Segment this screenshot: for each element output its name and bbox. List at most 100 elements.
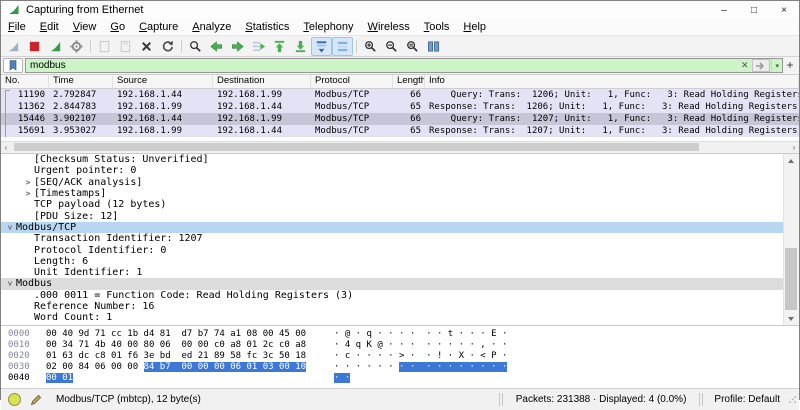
expander-collapsed-icon[interactable]: > <box>22 189 34 198</box>
zoom-in-icon[interactable] <box>360 37 381 56</box>
scroll-down-arrow[interactable] <box>784 312 798 325</box>
detail-line[interactable]: >Word Count: 1 <box>1 312 799 323</box>
detail-line[interactable]: >Urgent pointer: 0 <box>1 165 799 176</box>
cell-len: 66 <box>393 89 425 101</box>
goto-packet-icon[interactable] <box>248 37 269 56</box>
capture-options-icon[interactable] <box>66 37 87 56</box>
detail-line[interactable]: >[SEQ/ACK analysis] <box>1 177 799 188</box>
cell-len: 65 <box>393 125 425 137</box>
maximize-button[interactable]: □ <box>739 1 769 19</box>
column-header-length[interactable]: Length <box>393 75 425 88</box>
colorize-icon[interactable] <box>332 37 353 56</box>
menu-analyze[interactable]: Analyze <box>185 19 238 35</box>
resize-columns-icon[interactable] <box>423 37 444 56</box>
packet-row[interactable]: 156913.953027192.168.1.99192.168.1.44Mod… <box>1 125 799 137</box>
hex-bytes: 01 63 dc c8 01 f6 3e bd ed 21 89 58 fc 3… <box>40 351 318 362</box>
cell-dst: 192.168.1.44 <box>213 125 311 137</box>
zoom-out-icon[interactable] <box>381 37 402 56</box>
expander-expanded-icon[interactable]: > <box>6 221 15 233</box>
cell-src: 192.168.1.99 <box>113 101 213 113</box>
column-header-info[interactable]: Info <box>425 75 799 88</box>
cell-len: 65 <box>393 101 425 113</box>
menu-edit[interactable]: Edit <box>33 19 66 35</box>
save-file-icon[interactable] <box>115 37 136 56</box>
hex-row[interactable]: 002001 63 dc c8 01 f6 3e bd ed 21 89 58 … <box>1 351 799 362</box>
next-packet-icon[interactable] <box>227 37 248 56</box>
hex-offset: 0030 <box>1 362 40 373</box>
menu-capture[interactable]: Capture <box>132 19 185 35</box>
detail-line[interactable]: >TCP payload (12 bytes) <box>1 199 799 210</box>
expander-expanded-icon[interactable]: > <box>6 278 15 290</box>
v-scrollbar-thumb[interactable] <box>785 248 797 310</box>
detail-text: TCP payload (12 bytes) <box>34 199 166 210</box>
close-button[interactable]: × <box>769 1 799 19</box>
detail-line[interactable]: >Modbus/TCP <box>1 222 799 233</box>
filter-dropdown-icon[interactable]: ▾ <box>771 60 782 71</box>
hex-row[interactable]: 004000 01· · <box>1 373 799 384</box>
detail-line[interactable]: >Unit Identifier: 1 <box>1 267 799 278</box>
detail-line[interactable]: >[Timestamps] <box>1 188 799 199</box>
column-header-no[interactable]: No. <box>1 75 49 88</box>
filter-clear-icon[interactable]: ✕ <box>737 60 753 71</box>
expander-collapsed-icon[interactable]: > <box>22 178 34 187</box>
cell-time: 2.844783 <box>49 101 113 113</box>
detail-line[interactable]: >Length: 6 <box>1 256 799 267</box>
find-packet-icon[interactable] <box>185 37 206 56</box>
detail-text: Modbus <box>16 278 52 289</box>
hex-row[interactable]: 001000 34 71 4b 40 00 80 06 00 00 c0 a8 … <box>1 340 799 351</box>
cell-proto: Modbus/TCP <box>311 101 393 113</box>
detail-line[interactable]: >Protocol Identifier: 0 <box>1 244 799 255</box>
menu-statistics[interactable]: Statistics <box>238 19 296 35</box>
menu-file[interactable]: File <box>1 19 33 35</box>
detail-line[interactable]: >[PDU Size: 12] <box>1 210 799 221</box>
first-packet-icon[interactable] <box>269 37 290 56</box>
hex-ascii: · · · · · · · · · · · · · · · · <box>318 362 507 373</box>
filter-apply-button[interactable] <box>752 59 770 72</box>
menu-view[interactable]: View <box>66 19 104 35</box>
detail-text: Reference Number: 16 <box>34 301 154 312</box>
display-filter-input[interactable]: modbus ✕ ▾ <box>25 58 783 73</box>
detail-line[interactable]: >Transaction Identifier: 1207 <box>1 233 799 244</box>
scroll-up-arrow[interactable] <box>784 154 798 167</box>
minimize-button[interactable]: – <box>709 1 739 19</box>
column-header-time[interactable]: Time <box>49 75 113 88</box>
menu-telephony[interactable]: Telephony <box>296 19 360 35</box>
filter-bookmark-button[interactable] <box>3 58 23 73</box>
menu-tools[interactable]: Tools <box>417 19 457 35</box>
close-file-icon[interactable] <box>136 37 157 56</box>
column-header-protocol[interactable]: Protocol <box>311 75 393 88</box>
scroll-left-arrow[interactable]: ‹ <box>1 142 11 152</box>
detail-line[interactable]: >Modbus <box>1 278 799 289</box>
stop-capture-icon[interactable] <box>24 37 45 56</box>
restart-capture-icon[interactable] <box>45 37 66 56</box>
packet-row[interactable]: 113622.844783192.168.1.99192.168.1.44Mod… <box>1 101 799 113</box>
zoom-reset-icon[interactable] <box>402 37 423 56</box>
previous-packet-icon[interactable] <box>206 37 227 56</box>
scroll-right-arrow[interactable]: › <box>789 142 799 152</box>
packet-row[interactable]: 111902.792847192.168.1.44192.168.1.99Mod… <box>1 89 799 101</box>
column-header-source[interactable]: Source <box>113 75 213 88</box>
detail-text: Protocol Identifier: 0 <box>34 245 166 256</box>
hex-row[interactable]: 000000 40 9d 71 cc 1b d4 81 d7 b7 74 a1 … <box>1 329 799 340</box>
menu-wireless[interactable]: Wireless <box>361 19 417 35</box>
menu-go[interactable]: Go <box>103 19 132 35</box>
hex-row[interactable]: 003002 00 84 06 00 00 84 b7 00 00 00 06 … <box>1 362 799 373</box>
hex-bytes: 00 01 <box>40 373 318 384</box>
h-scrollbar-thumb[interactable] <box>14 143 699 151</box>
detail-line[interactable]: >.000 0011 = Function Code: Read Holding… <box>1 290 799 301</box>
reload-icon[interactable] <box>157 37 178 56</box>
h-scrollbar[interactable]: ‹ › <box>1 141 799 153</box>
open-file-icon[interactable] <box>94 37 115 56</box>
column-header-destination[interactable]: Destination <box>213 75 311 88</box>
packet-row[interactable]: 154463.902107192.168.1.44192.168.1.99Mod… <box>1 113 799 125</box>
menu-help[interactable]: Help <box>456 19 493 35</box>
v-scrollbar[interactable] <box>783 154 799 325</box>
filter-add-button[interactable]: + <box>783 58 797 73</box>
hex-bytes: 00 40 9d 71 cc 1b d4 81 d7 b7 74 a1 08 0… <box>40 329 318 340</box>
last-packet-icon[interactable] <box>290 37 311 56</box>
auto-scroll-icon[interactable] <box>311 37 332 56</box>
detail-text: .000 0011 = Function Code: Read Holding … <box>34 290 353 301</box>
detail-line[interactable]: >[Checksum Status: Unverified] <box>1 154 799 165</box>
detail-line[interactable]: >Reference Number: 16 <box>1 301 799 312</box>
start-capture-icon[interactable] <box>3 37 24 56</box>
